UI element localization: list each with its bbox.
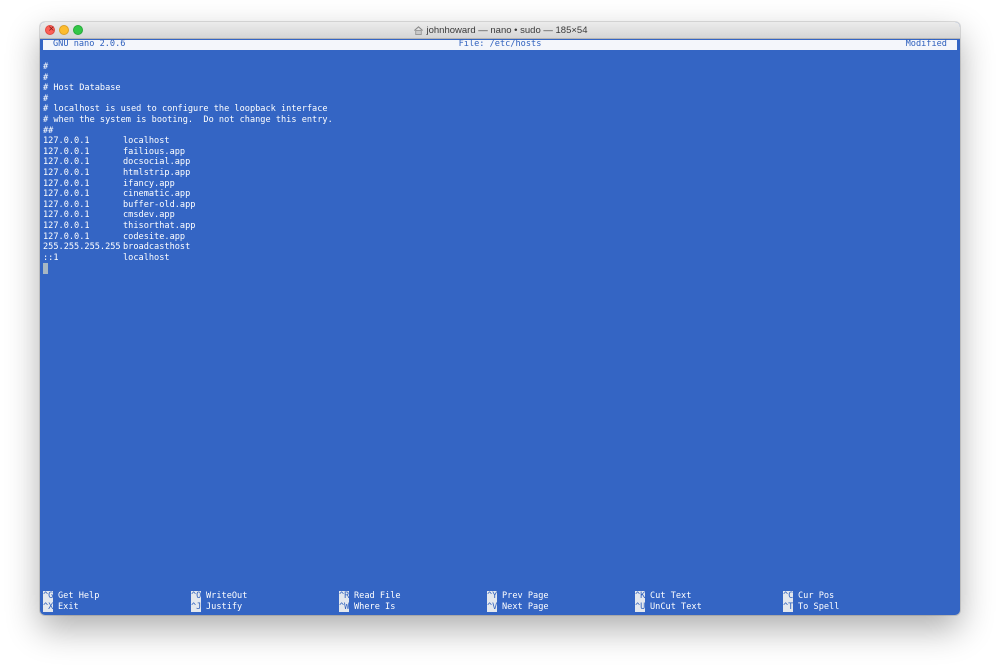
shortcut-key: ^Y	[487, 591, 498, 602]
host-name: cmsdev.app	[123, 210, 175, 221]
shortcut-key: ^W	[339, 601, 350, 613]
hosts-entry: 127.0.0.1 thisorthat.app	[43, 221, 953, 232]
shortcut-label: Cut Text	[650, 591, 692, 601]
shortcut-uncut-text[interactable]: ^U UnCut Text	[635, 601, 702, 613]
host-name: ifancy.app	[123, 178, 175, 189]
shortcut-label: To Spell	[798, 601, 840, 612]
modified-indicator: Modified	[905, 39, 947, 49]
hosts-entry: 127.0.0.1 htmlstrip.app	[43, 168, 953, 179]
hosts-entry: 127.0.0.1 cmsdev.app	[43, 210, 953, 221]
host-name: failious.app	[123, 146, 186, 157]
host-ip: 127.0.0.1	[43, 231, 90, 242]
shortcut-key: ^G	[43, 591, 54, 602]
shortcut-where-is[interactable]: ^W Where Is	[339, 601, 396, 613]
host-name: broadcasthost	[123, 242, 191, 253]
hosts-entry: 127.0.0.1 localhost	[43, 136, 953, 147]
file-line: #	[43, 93, 49, 104]
zoom-window-button[interactable]	[73, 25, 83, 35]
hosts-entry: 127.0.0.1 docsocial.app	[43, 157, 953, 168]
host-name: docsocial.app	[123, 157, 191, 168]
host-ip: 127.0.0.1	[43, 146, 90, 157]
file-line: #	[43, 62, 49, 72]
host-name: cinematic.app	[123, 189, 191, 200]
shortcut-exit[interactable]: ^X Exit	[43, 601, 79, 613]
shortcut-key: ^J	[191, 601, 202, 613]
shortcut-get-help[interactable]: ^G Get Help	[43, 591, 99, 602]
host-name: thisorthat.app	[123, 220, 196, 231]
close-window-button[interactable]: ×	[45, 24, 55, 35]
hosts-entry: ::1 localhost	[43, 253, 953, 264]
shortcut-key: ^U	[635, 601, 646, 613]
host-ip: 255.255.255.255	[43, 242, 121, 253]
title-bar[interactable]: × johnhoward — nano • sudo — 185×54	[40, 22, 960, 39]
host-ip: 127.0.0.1	[43, 157, 90, 168]
shortcut-to-spell[interactable]: ^T To Spell	[783, 601, 840, 613]
host-name: buffer-old.app	[123, 199, 196, 210]
shortcut-cut-text[interactable]: ^K Cut Text	[635, 591, 691, 602]
shortcut-label: Read File	[354, 591, 401, 601]
shortcut-key: ^K	[635, 591, 646, 602]
shortcut-cur-pos[interactable]: ^C Cur Pos	[783, 591, 834, 602]
host-name: localhost	[123, 136, 170, 147]
file-name: File: /etc/hosts	[458, 39, 542, 49]
hosts-entry: 127.0.0.1 cinematic.app	[43, 189, 953, 200]
shortcut-label: Prev Page	[502, 591, 549, 601]
shortcut-bar: ^G Get Help ^X Exit ^O WriteOut ^J Justify ^R Rea…	[43, 591, 957, 613]
minimize-window-button[interactable]	[59, 25, 69, 35]
close-x-icon: ×	[48, 24, 55, 33]
hosts-entry: 127.0.0.1 buffer-old.app	[43, 200, 953, 211]
shortcut-key: ^R	[339, 591, 350, 602]
hosts-entry: 127.0.0.1 ifancy.app	[43, 179, 953, 190]
host-ip: 127.0.0.1	[43, 210, 90, 221]
window-title-container: johnhoward — nano • sudo — 185×54	[40, 22, 960, 39]
host-name: localhost	[123, 252, 170, 263]
shortcut-next-page[interactable]: ^V Next Page	[487, 601, 549, 613]
nano-status-bar: GNU nano 2.0.6 File: /etc/hosts Modified	[43, 39, 957, 50]
hosts-entry: 255.255.255.255 broadcasthost	[43, 242, 953, 253]
shortcut-label: Cur Pos	[798, 591, 835, 601]
hosts-entry: 127.0.0.1 failious.app	[43, 147, 953, 158]
shortcut-key: ^T	[783, 601, 794, 613]
shortcut-key: ^O	[191, 591, 202, 602]
file-line: #	[43, 72, 49, 83]
shortcut-key: ^C	[783, 591, 794, 602]
shortcut-label: WriteOut	[206, 591, 248, 601]
shortcut-read-file[interactable]: ^R Read File	[339, 591, 401, 602]
shortcut-key: ^X	[43, 601, 54, 613]
host-ip: 127.0.0.1	[43, 167, 90, 178]
shortcut-key: ^V	[487, 601, 498, 613]
shortcut-writeout[interactable]: ^O WriteOut	[191, 591, 247, 602]
host-ip: 127.0.0.1	[43, 220, 90, 231]
shortcut-label: Exit	[58, 601, 79, 612]
host-name: codesite.app	[123, 231, 186, 242]
shortcut-label: Next Page	[502, 601, 549, 612]
shortcut-label: Justify	[206, 601, 243, 612]
hosts-entry: 127.0.0.1 codesite.app	[43, 232, 953, 243]
user-home-icon	[413, 26, 423, 35]
editor-text-area[interactable]: # # # Host Database # # localhost is used to…	[43, 62, 953, 275]
host-ip: 127.0.0.1	[43, 178, 90, 189]
file-line: # Host Database	[43, 83, 121, 94]
window-title: johnhoward — nano • sudo — 185×54	[426, 25, 588, 36]
host-ip: 127.0.0.1	[43, 136, 90, 147]
shortcut-label: UnCut Text	[650, 601, 702, 612]
host-ip: 127.0.0.1	[43, 189, 90, 200]
shortcut-label: Get Help	[58, 591, 100, 601]
shortcut-justify[interactable]: ^J Justify	[191, 601, 243, 613]
file-line: ##	[43, 125, 54, 136]
file-line: # when the system is booting. Do not cha…	[43, 114, 333, 125]
host-name: htmlstrip.app	[123, 167, 191, 178]
file-line: # localhost is used to configure the loo…	[43, 104, 328, 115]
terminal-window: × johnhoward — nano • sudo — 185×54 GNU …	[40, 22, 960, 615]
shortcut-label: Where Is	[354, 601, 396, 612]
host-ip: 127.0.0.1	[43, 199, 90, 210]
text-cursor	[43, 263, 48, 275]
shortcut-prev-page[interactable]: ^Y Prev Page	[487, 591, 549, 602]
host-ip: ::1	[43, 252, 59, 263]
